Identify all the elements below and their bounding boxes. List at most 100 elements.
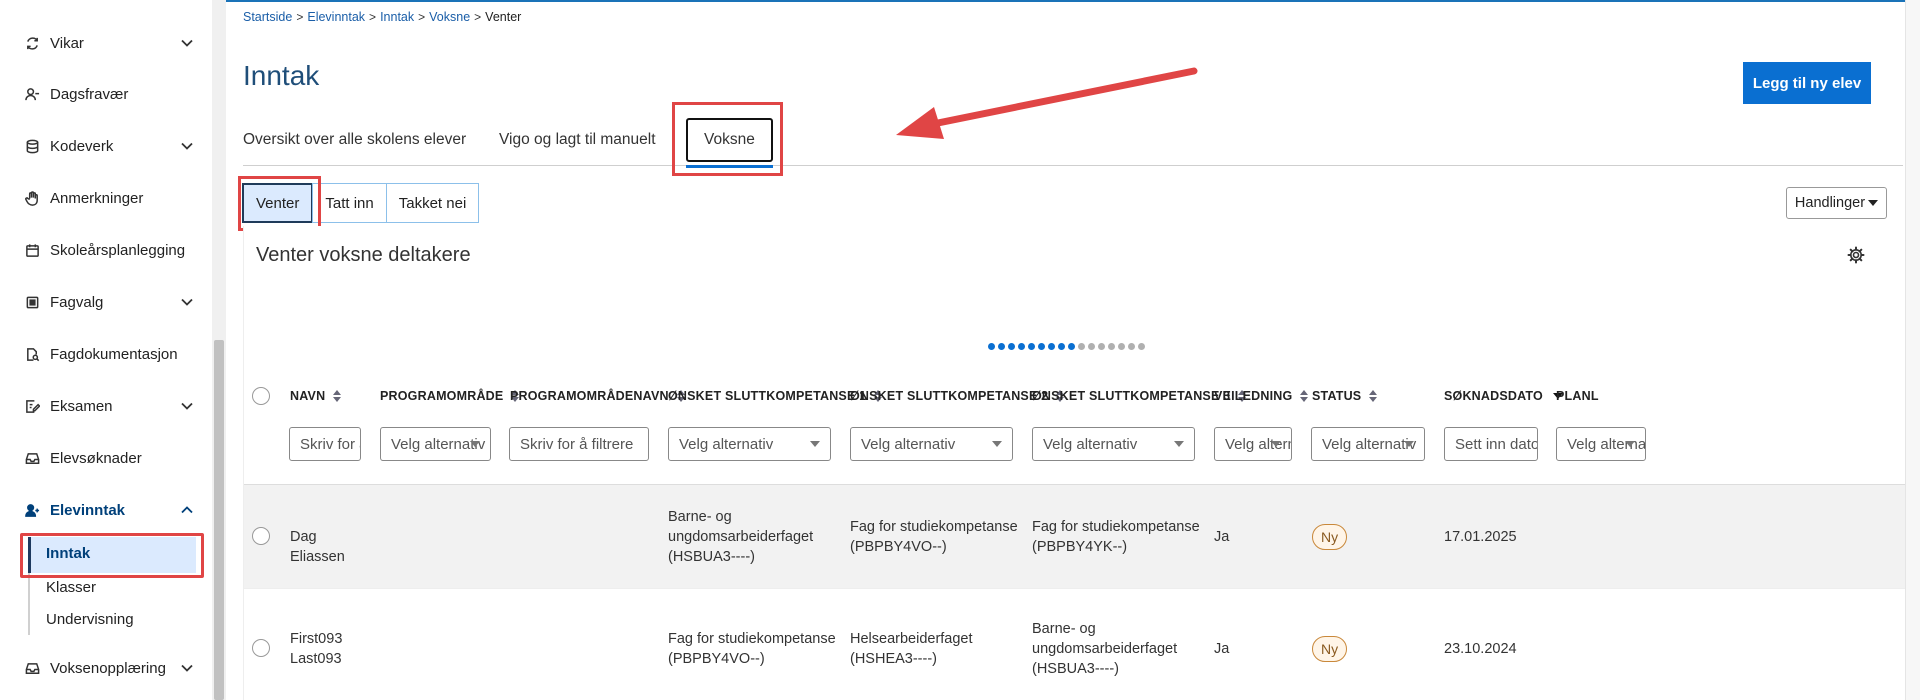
row-checkbox[interactable] — [252, 527, 270, 545]
sidebar-item-fagdokumentasjon[interactable]: Fagdokumentasjon — [24, 338, 194, 370]
filter-select-planl[interactable]: Velg alternativ — [1556, 427, 1646, 461]
chevron-up-icon — [180, 503, 194, 517]
table-row[interactable]: Dag Eliassen Barne- og ungdomsarbeiderfa… — [244, 484, 1920, 588]
document-search-icon — [24, 346, 40, 362]
filter-select-veiledning[interactable]: Velg alternativ — [1214, 427, 1292, 461]
pagination-dot[interactable] — [1078, 343, 1085, 350]
filter-select-value: Velg alternativ — [1043, 435, 1138, 453]
filter-input-programomradenavn[interactable]: Skriv for å filtrere — [509, 427, 649, 461]
sort-icon — [1369, 390, 1378, 402]
filter-select-status[interactable]: Velg alternativ — [1311, 427, 1425, 461]
pagination-dot[interactable] — [1098, 343, 1105, 350]
breadcrumb-voksne[interactable]: Voksne — [429, 10, 470, 24]
sidebar-subitem-undervisning[interactable]: Undervisning — [46, 608, 134, 632]
tab-voksne[interactable]: Voksne — [686, 118, 773, 168]
sidebar-item-vikar[interactable]: Vikar — [24, 27, 194, 59]
filter-input-soknadsdato[interactable]: Sett inn dato — [1444, 427, 1538, 461]
column-header-navn[interactable]: NAVN — [290, 389, 342, 403]
sidebar-scrollbar[interactable] — [212, 0, 226, 700]
pagination-dot[interactable] — [1108, 343, 1115, 350]
filter-select-sluttkompetanse-1[interactable]: Velg alternativ — [668, 427, 831, 461]
pagination-dot[interactable] — [1068, 343, 1075, 350]
sidebar-item-dagsfravaer[interactable]: Dagsfravær — [24, 78, 194, 110]
filter-select-sluttkompetanse-3[interactable]: Velg alternativ — [1032, 427, 1195, 461]
column-header-soknadsdato[interactable]: SØKNADSDATO — [1444, 389, 1563, 403]
filter-select-value: Velg alternativ — [1322, 435, 1417, 453]
sidebar-item-label: Dagsfravær — [50, 85, 129, 103]
table-row[interactable]: First093 Last093 Fag for studiekompetans… — [244, 588, 1920, 700]
subtab-takket-nei[interactable]: Takket nei — [385, 183, 480, 223]
table-card: Venter voksne deltakere NAVN PROGRAMOMRÅ… — [243, 226, 1920, 700]
breadcrumb-current: Venter — [485, 10, 522, 24]
cell-sluttkompetanse-3: Fag for studiekompetanse (PBPBY4YK--) — [1032, 519, 1200, 555]
sidebar-item-fagvalg[interactable]: Fagvalg — [24, 286, 194, 318]
column-header-programomradenavn[interactable]: PROGRAMOMRÅDENAVN — [510, 389, 685, 403]
pagination-dot[interactable] — [1138, 343, 1145, 350]
subtab-tatt-inn[interactable]: Tatt inn — [312, 183, 387, 223]
sidebar-scrollbar-thumb[interactable] — [214, 340, 224, 700]
pagination-dot[interactable] — [1028, 343, 1035, 350]
cell-veiledning: Ja — [1214, 641, 1230, 657]
sidebar-subitem-klasser[interactable]: Klasser — [46, 576, 96, 600]
chevron-down-icon — [180, 661, 194, 675]
column-header-veiledning[interactable]: VEILEDNING — [1214, 389, 1309, 403]
edit-document-icon — [24, 398, 40, 414]
gear-icon[interactable] — [1847, 246, 1865, 264]
top-accent-line — [226, 0, 1920, 2]
pagination-dot[interactable] — [1008, 343, 1015, 350]
status-badge: Ny — [1312, 636, 1348, 662]
pagination-dot[interactable] — [1058, 343, 1065, 350]
filter-select-value: Velg alternativ — [1225, 435, 1291, 453]
tab-oversikt[interactable]: Oversikt over alle skolens elever — [243, 118, 466, 162]
sidebar-item-eksamen[interactable]: Eksamen — [24, 390, 194, 422]
column-header-planl[interactable]: PLANL — [1556, 389, 1599, 403]
column-header-label: PROGRAMOMRÅDE — [380, 389, 504, 403]
tab-vigo[interactable]: Vigo og lagt til manuelt — [499, 118, 656, 162]
sidebar-item-label: Skoleårsplanlegging — [50, 241, 186, 259]
actions-dropdown-button[interactable]: Handlinger — [1786, 187, 1887, 219]
sidebar-item-label: Eksamen — [50, 397, 113, 415]
sidebar-item-voksenopplaering[interactable]: Voksenopplæring — [24, 652, 194, 684]
pagination-dot[interactable] — [1088, 343, 1095, 350]
chevron-right-icon: > — [418, 10, 426, 24]
breadcrumb-elevinntak[interactable]: Elevinntak — [307, 10, 365, 24]
sidebar-item-anmerkninger[interactable]: Anmerkninger — [24, 182, 194, 214]
chevron-right-icon: > — [474, 10, 482, 24]
breadcrumb: Startside > Elevinntak > Inntak > Voksne > V… — [243, 10, 521, 24]
sidebar-item-elevinntak[interactable]: Elevinntak — [24, 494, 194, 526]
pagination-dot[interactable] — [988, 343, 995, 350]
calendar-icon — [24, 242, 40, 258]
pagination-dot[interactable] — [1038, 343, 1045, 350]
cell-soknadsdato: 23.10.2024 — [1444, 641, 1517, 657]
column-header-status[interactable]: STATUS — [1312, 389, 1378, 403]
dropdown-arrow-icon — [810, 441, 820, 447]
pagination-dot[interactable] — [1128, 343, 1135, 350]
breadcrumb-startside[interactable]: Startside — [243, 10, 292, 24]
chevron-down-icon — [180, 399, 194, 413]
sidebar-item-elevsoknader[interactable]: Elevsøknader — [24, 442, 194, 474]
column-header-programomrade[interactable]: PROGRAMOMRÅDE — [380, 389, 520, 403]
column-header-label: VEILEDNING — [1214, 389, 1293, 403]
filter-input-navn[interactable]: Skriv for å filtrere — [289, 427, 361, 461]
cell-sluttkompetanse-1: Barne- og ungdomsarbeiderfaget (HSBUA3--… — [668, 509, 814, 565]
pagination-dot[interactable] — [1048, 343, 1055, 350]
subtab-venter[interactable]: Venter — [242, 183, 314, 223]
sidebar-item-skolearsplanlegging[interactable]: Skoleårsplanlegging — [24, 234, 194, 266]
sort-icon — [1300, 390, 1309, 402]
filter-select-sluttkompetanse-2[interactable]: Velg alternativ — [850, 427, 1013, 461]
pagination-dot[interactable] — [1018, 343, 1025, 350]
column-header-label: SØKNADSDATO — [1444, 389, 1543, 403]
select-all-checkbox[interactable] — [252, 387, 270, 405]
row-checkbox[interactable] — [252, 639, 270, 657]
pagination-dots[interactable] — [988, 343, 1148, 350]
cell-veiledning: Ja — [1214, 529, 1230, 545]
pagination-dot[interactable] — [1118, 343, 1125, 350]
pagination-dot[interactable] — [998, 343, 1005, 350]
add-student-button[interactable]: Legg til ny elev — [1743, 62, 1871, 104]
filter-select-programomrade[interactable]: Velg alternativ — [380, 427, 491, 461]
page-scrollbar[interactable] — [1905, 0, 1920, 700]
sidebar-subitem-inntak[interactable]: Inntak — [28, 537, 196, 573]
sidebar-item-kodeverk[interactable]: Kodeverk — [24, 130, 194, 162]
breadcrumb-inntak[interactable]: Inntak — [380, 10, 414, 24]
filter-select-value: Velg alternativ — [679, 435, 774, 453]
